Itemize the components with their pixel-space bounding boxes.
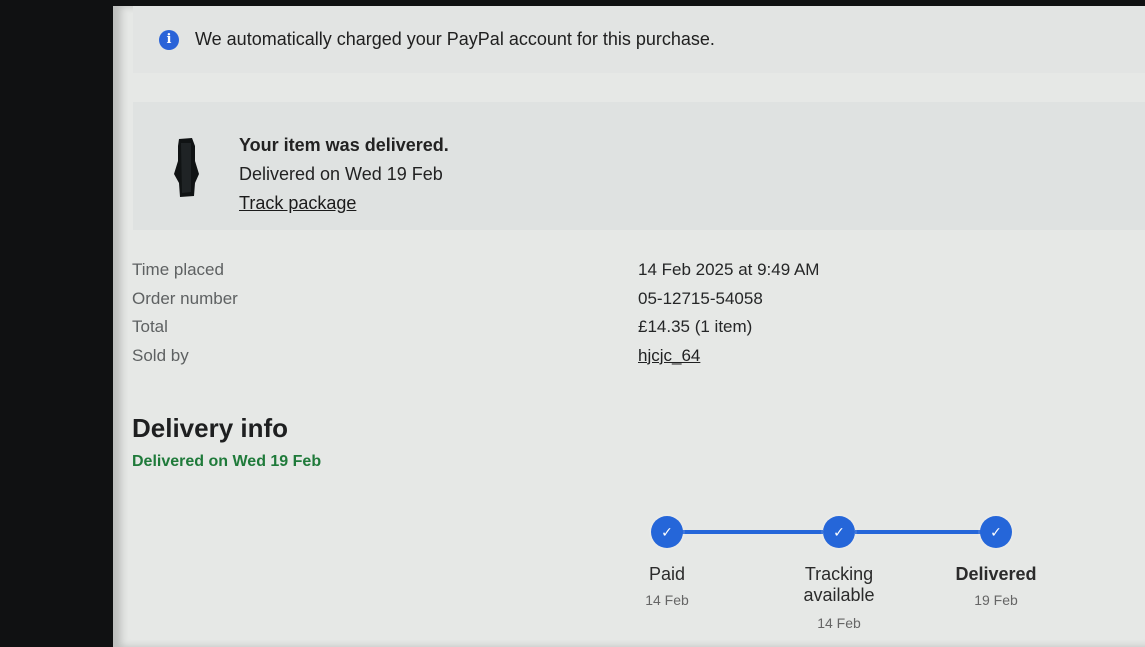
display-bezel <box>0 0 113 647</box>
delivery-status: Delivered on Wed 19 Feb <box>132 453 322 470</box>
timeline-line-paid-tracking <box>671 530 823 534</box>
order-number-row: Order number 05-12715-54058 <box>132 289 872 318</box>
info-icon: i <box>159 29 179 50</box>
order-number-value: 05-12715-54058 <box>638 288 763 308</box>
tracking-step-date: 14 Feb <box>817 615 861 631</box>
delivered-step-date: 19 Feb <box>974 592 1018 608</box>
payment-info-message: We automatically charged your PayPal acc… <box>195 29 715 49</box>
delivery-timeline: ✓ ✓ ✓ Paid 14 Feb Tracking available 14 … <box>623 508 1037 633</box>
time-placed-row: Time placed 14 Feb 2025 at 9:49 AM <box>132 260 872 289</box>
total-value: £14.35 (1 item) <box>638 317 753 336</box>
total-label: Total <box>132 317 168 336</box>
delivery-title: Your item was delivered. <box>239 135 449 155</box>
paid-step-date: 14 Feb <box>645 592 689 608</box>
tracking-step-label: Tracking available <box>803 564 875 605</box>
track-package-link[interactable]: Track package <box>239 193 356 213</box>
item-thumbnail <box>174 138 199 197</box>
time-placed-label: Time placed <box>132 260 224 279</box>
timeline-line-tracking-delivered <box>855 530 987 534</box>
seller-link[interactable]: hjcjc_64 <box>638 346 700 366</box>
delivered-step-label: Delivered <box>955 564 1037 584</box>
total-row: Total £14.35 (1 item) <box>132 317 872 346</box>
delivered-check-icon: ✓ <box>980 516 1012 548</box>
time-placed-value: 14 Feb 2025 at 9:49 AM <box>638 260 820 279</box>
order-number-label: Order number <box>132 288 238 308</box>
payment-info-banner: i We automatically charged your PayPal a… <box>133 6 1145 73</box>
delivered-date: Delivered on Wed 19 Feb <box>239 164 443 184</box>
delivery-summary-card: Your item was delivered. Delivered on We… <box>133 102 1145 230</box>
sold-by-label: Sold by <box>132 345 189 365</box>
delivery-summary: Your item was delivered. Delivered on We… <box>239 131 449 218</box>
sold-by-row: Sold by hjcjc_64 <box>132 346 872 375</box>
tracking-check-icon: ✓ <box>823 516 855 548</box>
order-details-screen: i We automatically charged your PayPal a… <box>113 6 1145 647</box>
order-details: Time placed 14 Feb 2025 at 9:49 AM Order… <box>132 260 872 374</box>
delivery-info-heading: Delivery info <box>132 413 289 443</box>
paid-step-label: Paid <box>648 564 686 584</box>
paid-check-icon: ✓ <box>651 516 683 548</box>
